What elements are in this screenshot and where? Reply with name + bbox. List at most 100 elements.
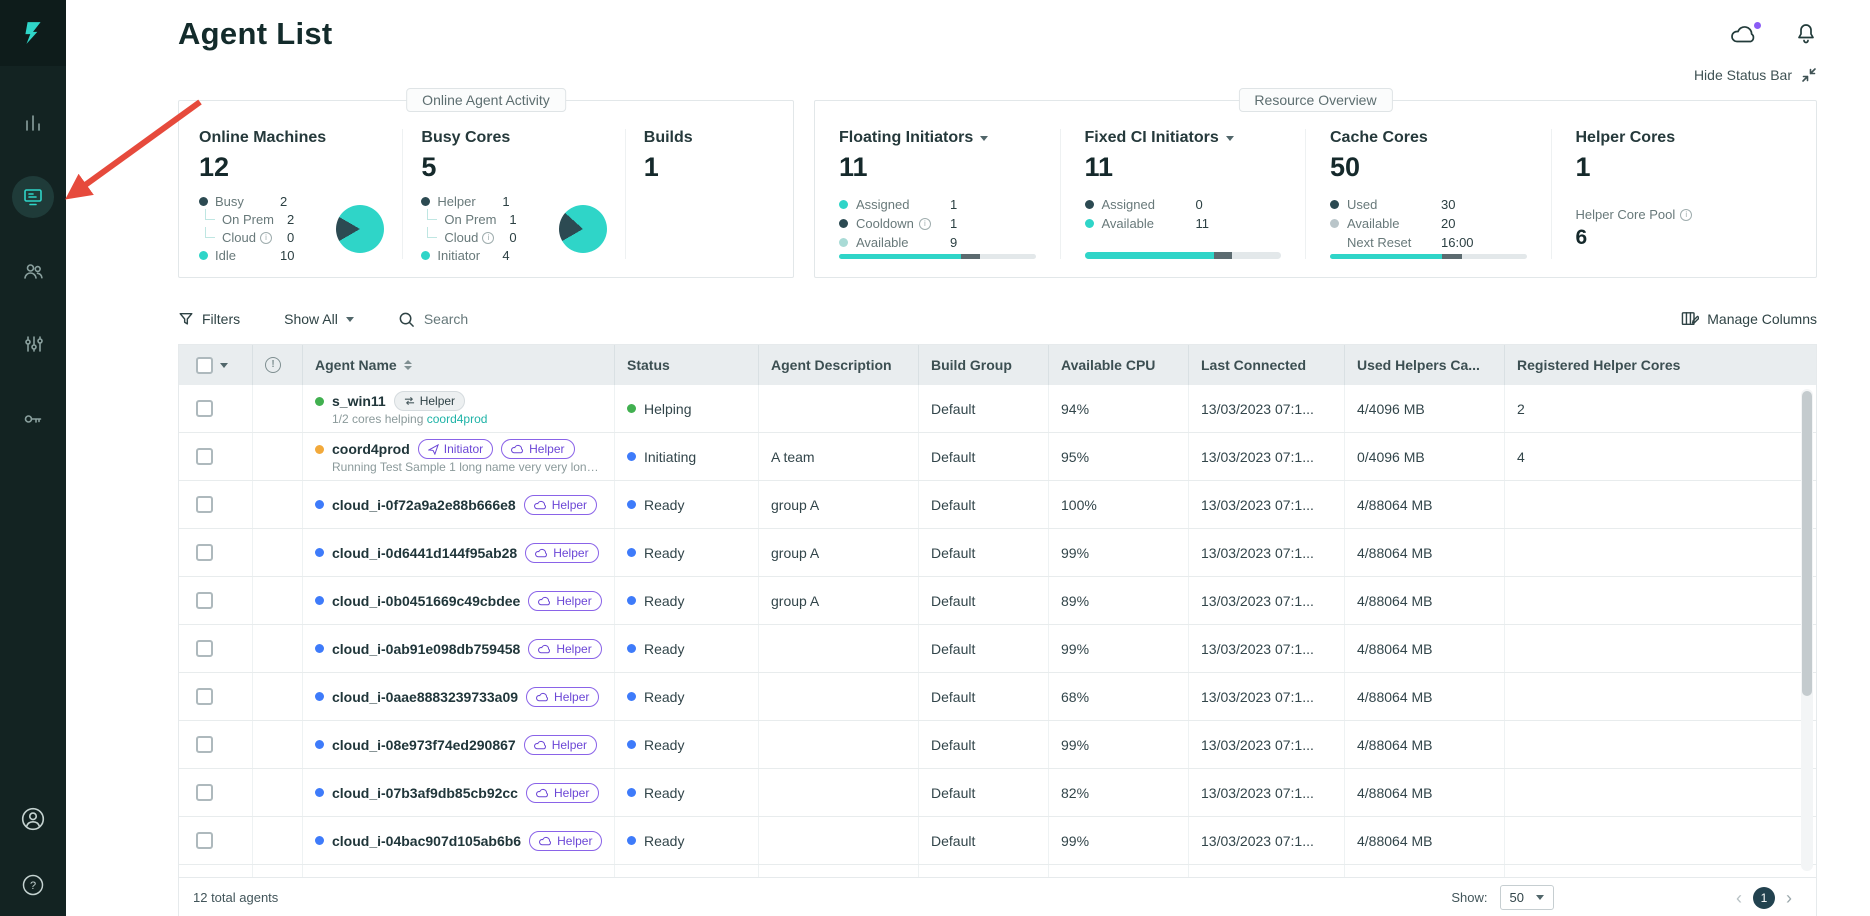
table-row[interactable]: cloud_i-0aae8883239733a09HelperReadyDefa… — [179, 673, 1816, 721]
cell-agent-name: cloud_i-0aae8883239733a09Helper — [303, 673, 615, 720]
metric-title[interactable]: Fixed CI Initiators — [1085, 129, 1282, 147]
filters-button[interactable]: Filters — [178, 311, 240, 327]
col-header-available-cpu[interactable]: Available CPU — [1049, 345, 1189, 385]
row-checkbox[interactable] — [196, 592, 213, 609]
sidebar-item-dashboard[interactable] — [12, 102, 54, 144]
legend-dot — [199, 251, 208, 260]
cell-status: Ready — [615, 481, 759, 528]
col-header-registered-helper-cores[interactable]: Registered Helper Cores — [1505, 345, 1816, 385]
manage-columns-button[interactable]: Manage Columns — [1681, 311, 1817, 327]
metric-title[interactable]: Floating Initiators — [839, 129, 1036, 147]
table-row[interactable]: cloud_i-0ab91e098db759458HelperReadyDefa… — [179, 625, 1816, 673]
cell-available-cpu: 100% — [1049, 481, 1189, 528]
cell-status: Ready — [615, 769, 759, 816]
agent-name: cloud_i-04bac907d105ab6b6 — [332, 833, 521, 849]
vertical-scrollbar[interactable] — [1801, 389, 1813, 871]
agent-table-body: s_win11Helper1/2 cores helping coord4pro… — [179, 385, 1816, 877]
status-dot — [627, 836, 636, 845]
cell-available-cpu: 99% — [1049, 817, 1189, 864]
cloud-status-button[interactable] — [1729, 23, 1759, 44]
agent-state-dot — [315, 548, 324, 557]
cell-last-connected: 13/03/2023 07:1... — [1189, 433, 1345, 480]
sidebar-item-help[interactable]: ? — [12, 864, 54, 906]
cell-status: Ready — [615, 577, 759, 624]
metric-value: 11 — [1085, 152, 1282, 183]
cell-select — [179, 481, 253, 528]
legend-dot — [421, 251, 430, 260]
col-header-agent-description[interactable]: Agent Description — [759, 345, 919, 385]
cell-agent-name: cloud_i-0ab91e098db759458Helper — [303, 625, 615, 672]
agent-name: cloud_i-0b0451669c49cbdee — [332, 593, 520, 609]
col-header-agent-name[interactable]: Agent Name — [303, 345, 615, 385]
row-checkbox[interactable] — [196, 688, 213, 705]
search-button[interactable]: Search — [398, 311, 468, 328]
row-checkbox[interactable] — [196, 736, 213, 753]
table-row[interactable]: cloud_i-04bac907d105ab6b6HelperReadyDefa… — [179, 817, 1816, 865]
sidebar-item-agents[interactable] — [12, 176, 54, 218]
breakdown-item: On Prem1 — [421, 212, 546, 227]
sidebar: ? — [0, 0, 66, 916]
legend-item: Available11 — [1085, 216, 1282, 231]
legend-dot — [1330, 219, 1339, 228]
help-icon: ? — [21, 873, 45, 897]
cell-alert — [253, 673, 303, 720]
table-row[interactable]: cloud_i-0b0451669c49cbdeeHelperReadygrou… — [179, 577, 1816, 625]
select-all-cell — [179, 345, 253, 385]
table-row[interactable]: cloud_i-08e973f74ed290867HelperReadyDefa… — [179, 721, 1816, 769]
select-menu-chevron-icon[interactable] — [220, 363, 228, 368]
col-header-build-group[interactable]: Build Group — [919, 345, 1049, 385]
agent-state-dot — [315, 788, 324, 797]
next-page-button[interactable]: › — [1786, 889, 1792, 907]
table-row[interactable]: s_win11Helper1/2 cores helping coord4pro… — [179, 385, 1816, 433]
cloud-icon — [511, 444, 524, 454]
legend-dot — [839, 200, 848, 209]
row-checkbox[interactable] — [196, 832, 213, 849]
table-row[interactable]: cloud_i-07b3af9db85cb92ccHelperReadyDefa… — [179, 769, 1816, 817]
breakdown-item: Helper1 — [421, 194, 546, 209]
cell-description — [759, 625, 919, 672]
cell-used-helpers: 4/88064 MB — [1345, 481, 1505, 528]
cell-status: Ready — [615, 721, 759, 768]
cell-description: A team — [759, 433, 919, 480]
sidebar-item-profile[interactable] — [12, 798, 54, 840]
hide-status-bar-button[interactable]: Hide Status Bar — [178, 62, 1817, 88]
breakdown-item: On Prem2 — [199, 212, 324, 227]
table-row[interactable]: cloud_i-0f72a9a2e88b666e8HelperReadygrou… — [179, 481, 1816, 529]
row-checkbox[interactable] — [196, 448, 213, 465]
agent-state-dot — [315, 397, 324, 406]
row-checkbox[interactable] — [196, 544, 213, 561]
row-checkbox[interactable] — [196, 784, 213, 801]
cell-select — [179, 529, 253, 576]
legend-dot — [421, 197, 430, 206]
legend-item: Cooldowni1 — [839, 216, 1036, 231]
row-checkbox[interactable] — [196, 400, 213, 417]
helper-core-pool: Helper Core Pooli6 — [1576, 207, 1773, 250]
page-size-select[interactable]: 50 — [1500, 885, 1554, 910]
agent-table: ! Agent Name Status Agent Description Bu… — [178, 344, 1817, 916]
table-row[interactable]: coord4prodInitiatorHelperRunning Test Sa… — [179, 433, 1816, 481]
show-all-dropdown[interactable]: Show All — [284, 311, 354, 327]
sort-icon[interactable] — [404, 360, 412, 370]
col-header-last-connected[interactable]: Last Connected — [1189, 345, 1345, 385]
col-header-used-helpers[interactable]: Used Helpers Ca... — [1345, 345, 1505, 385]
sidebar-item-settings[interactable] — [12, 324, 54, 366]
select-all-checkbox[interactable] — [196, 357, 213, 374]
table-row[interactable]: cloud_i-0d6441d144f95ab28HelperReadygrou… — [179, 529, 1816, 577]
row-checkbox[interactable] — [196, 496, 213, 513]
row-checkbox[interactable] — [196, 640, 213, 657]
prev-page-button[interactable]: ‹ — [1736, 889, 1742, 907]
resource-metric-3: Helper Cores1Helper Core Pooli6 — [1551, 129, 1797, 259]
tree-connector — [427, 209, 437, 220]
agent-name: cloud_i-0f72a9a2e88b666e8 — [332, 497, 516, 513]
col-header-status[interactable]: Status — [615, 345, 759, 385]
sidebar-item-licenses[interactable] — [12, 398, 54, 440]
sidebar-item-users[interactable] — [12, 250, 54, 292]
cell-registered-cores: 4 — [1505, 433, 1816, 480]
online-agent-activity-card: Online Agent Activity Online Machines12B… — [178, 100, 794, 278]
cell-used-helpers: 4/88064 MB — [1345, 673, 1505, 720]
scrollbar-thumb[interactable] — [1802, 391, 1812, 696]
alerts-column-header: ! — [253, 345, 303, 385]
cell-available-cpu: 94% — [1049, 385, 1189, 432]
notifications-button[interactable] — [1795, 22, 1817, 45]
show-all-label: Show All — [284, 311, 338, 327]
